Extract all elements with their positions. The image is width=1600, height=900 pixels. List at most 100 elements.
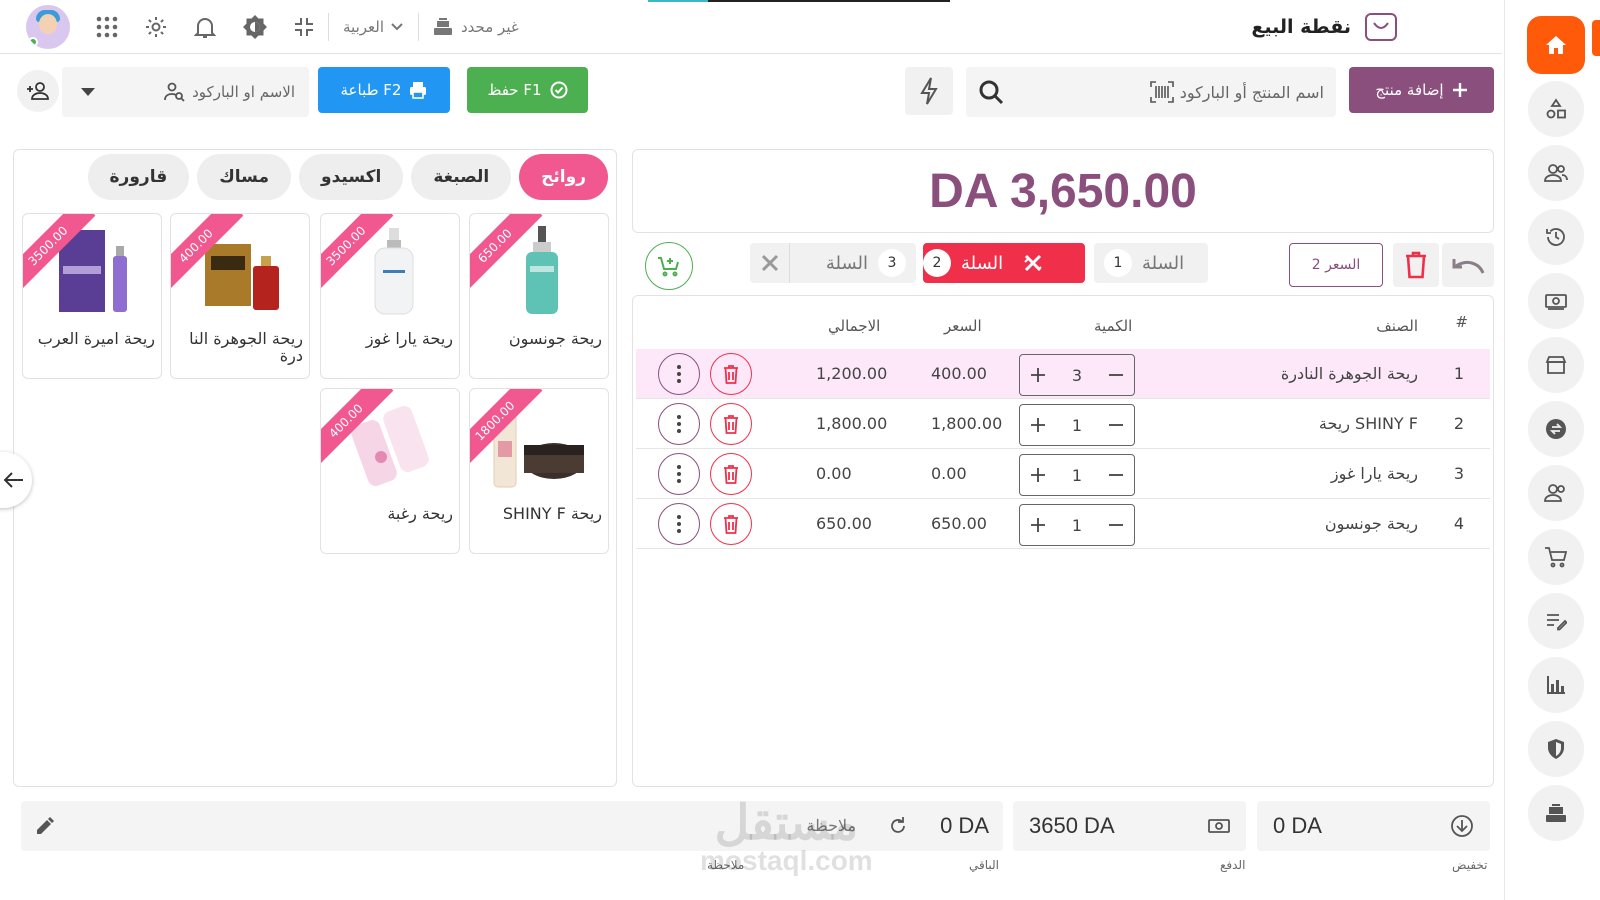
save-button[interactable]: حفظ F1: [467, 67, 588, 113]
cart-tab-2[interactable]: 2 السلة: [923, 243, 1085, 283]
delete-row-button[interactable]: [710, 453, 752, 495]
quantity-stepper[interactable]: 1: [1019, 454, 1135, 496]
trash-icon: [723, 414, 739, 434]
quantity-stepper[interactable]: 3: [1019, 354, 1135, 396]
suppliers-icon[interactable]: [1528, 465, 1584, 521]
close-cart-icon[interactable]: [1013, 243, 1053, 283]
search-icon[interactable]: [978, 79, 1004, 105]
arrow-left-icon: [4, 472, 24, 488]
customers-icon[interactable]: [1528, 145, 1584, 201]
category-tab[interactable]: روائح: [519, 154, 608, 200]
apps-grid-icon[interactable]: [96, 16, 118, 38]
cash-icon[interactable]: [1528, 273, 1584, 329]
notes-icon[interactable]: [1528, 593, 1584, 649]
exchange-icon[interactable]: [1528, 401, 1584, 457]
undo-icon: [1451, 255, 1485, 275]
product-card[interactable]: 3500.00 ريحة يارا غوز: [320, 213, 460, 379]
brightness-icon[interactable]: [242, 14, 268, 40]
clear-cart-button[interactable]: [1393, 243, 1439, 287]
quantity-stepper[interactable]: 1: [1019, 504, 1135, 546]
gear-icon[interactable]: [144, 15, 168, 39]
trash-icon: [1405, 251, 1427, 279]
product-card[interactable]: 650.00 ريحة جونسون: [469, 213, 609, 379]
row-options-button[interactable]: [658, 403, 700, 445]
close-cart-icon[interactable]: [750, 243, 790, 283]
history-icon[interactable]: [1528, 209, 1584, 265]
cart-tab-3[interactable]: 3 السلة: [750, 243, 916, 283]
exit-fullscreen-icon[interactable]: [294, 17, 314, 37]
minus-icon[interactable]: [1108, 417, 1124, 433]
table-row[interactable]: 2 ريحة SHINY F 1 1,800.00 1,800.00: [636, 399, 1490, 449]
cart-icon[interactable]: [1528, 529, 1584, 585]
pencil-icon[interactable]: [35, 816, 55, 836]
product-card[interactable]: 1800.00 ريحة SHINY F: [469, 388, 609, 554]
customer-input[interactable]: الاسم او الباركود: [192, 83, 295, 101]
product-card[interactable]: 3500.00 ريحة اميرة العرب: [22, 213, 162, 379]
plus-icon[interactable]: [1030, 467, 1046, 483]
customer-select[interactable]: الاسم او الباركود: [62, 67, 309, 117]
avatar[interactable]: [26, 5, 70, 49]
col-total: الاجمالي: [828, 317, 881, 335]
quick-sale-button[interactable]: [905, 67, 953, 115]
trash-icon: [723, 364, 739, 384]
paid-value[interactable]: 3650 DA: [1029, 813, 1115, 839]
paid-field[interactable]: 3650 DA: [1013, 801, 1246, 851]
security-icon[interactable]: [1528, 721, 1584, 777]
product-search[interactable]: اسم المنتج أو الباركود: [966, 67, 1336, 117]
category-tab[interactable]: قارورة: [87, 154, 190, 200]
caret-down-icon: [80, 87, 96, 97]
add-customer-button[interactable]: [17, 70, 59, 112]
product-name: ريحة جونسون: [508, 329, 602, 348]
minus-icon[interactable]: [1108, 467, 1124, 483]
category-tab[interactable]: الصبغة: [411, 154, 512, 200]
language-select[interactable]: العربية: [343, 18, 404, 36]
home-icon[interactable]: [1527, 16, 1585, 74]
table-row[interactable]: 1 ريحة الجوهرة النادرة 3 400.00 1,200.00: [636, 349, 1490, 399]
remaining-label: الباقي: [969, 858, 1000, 872]
plus-icon[interactable]: [1030, 417, 1046, 433]
product-card[interactable]: 400.00 ريحة رغبة: [320, 388, 460, 554]
row-options-button[interactable]: [658, 503, 700, 545]
product-name: ريحة الجوهرة النا درة: [189, 329, 303, 365]
plus-icon[interactable]: [1030, 367, 1046, 383]
row-options-button[interactable]: [658, 453, 700, 495]
print-button[interactable]: طباعة F2: [318, 67, 450, 113]
search-input[interactable]: اسم المنتج أو الباركود: [1180, 83, 1324, 102]
store-icon[interactable]: [1528, 337, 1584, 393]
watermark: مستقل mostaql.com: [700, 795, 873, 877]
col-item: الصنف: [1376, 317, 1418, 335]
row-item: ريحة الجوهرة النادرة: [1280, 364, 1418, 383]
undo-button[interactable]: [1442, 243, 1494, 287]
quantity-stepper[interactable]: 1: [1019, 404, 1135, 446]
cash-register-icon[interactable]: [1528, 785, 1584, 841]
minus-icon[interactable]: [1108, 367, 1124, 383]
bell-icon[interactable]: [194, 15, 216, 39]
category-tab[interactable]: مساك: [197, 154, 292, 200]
category-tab[interactable]: اكسيدو: [299, 154, 404, 200]
plus-icon[interactable]: [1030, 517, 1046, 533]
product-card[interactable]: 400.00 ريحة الجوهرة النا درة: [170, 213, 310, 379]
row-price: 0.00: [931, 464, 967, 483]
store-select[interactable]: غير محدد: [433, 18, 519, 36]
delete-row-button[interactable]: [710, 503, 752, 545]
total-amount: DA 3,650.00: [929, 164, 1197, 218]
refresh-icon[interactable]: [888, 816, 908, 836]
reports-icon[interactable]: [1528, 657, 1584, 713]
delete-row-button[interactable]: [710, 353, 752, 395]
delete-row-button[interactable]: [710, 403, 752, 445]
discount-value[interactable]: 0 DA: [1273, 813, 1322, 839]
product-name: ريحة SHINY F: [502, 504, 602, 523]
price-level-button[interactable]: السعر 2: [1289, 243, 1383, 287]
table-row[interactable]: 3 ريحة يارا غوز 1 0.00 0.00: [636, 449, 1490, 499]
cart-tab-1[interactable]: 1 السلة: [1094, 243, 1208, 283]
brand[interactable]: نقطة البيع: [1251, 12, 1397, 42]
new-cart-button[interactable]: [645, 242, 693, 290]
discount-field[interactable]: 0 DA: [1257, 801, 1490, 851]
row-options-button[interactable]: [658, 353, 700, 395]
table-row[interactable]: 4 ريحة جونسون 1 650.00 650.00: [636, 499, 1490, 549]
products-icon[interactable]: [1528, 81, 1584, 137]
minus-icon[interactable]: [1108, 517, 1124, 533]
add-product-button[interactable]: إضافة منتج: [1349, 67, 1494, 113]
row-item: ريحة جونسون: [1324, 514, 1418, 533]
store-label: غير محدد: [461, 18, 519, 36]
